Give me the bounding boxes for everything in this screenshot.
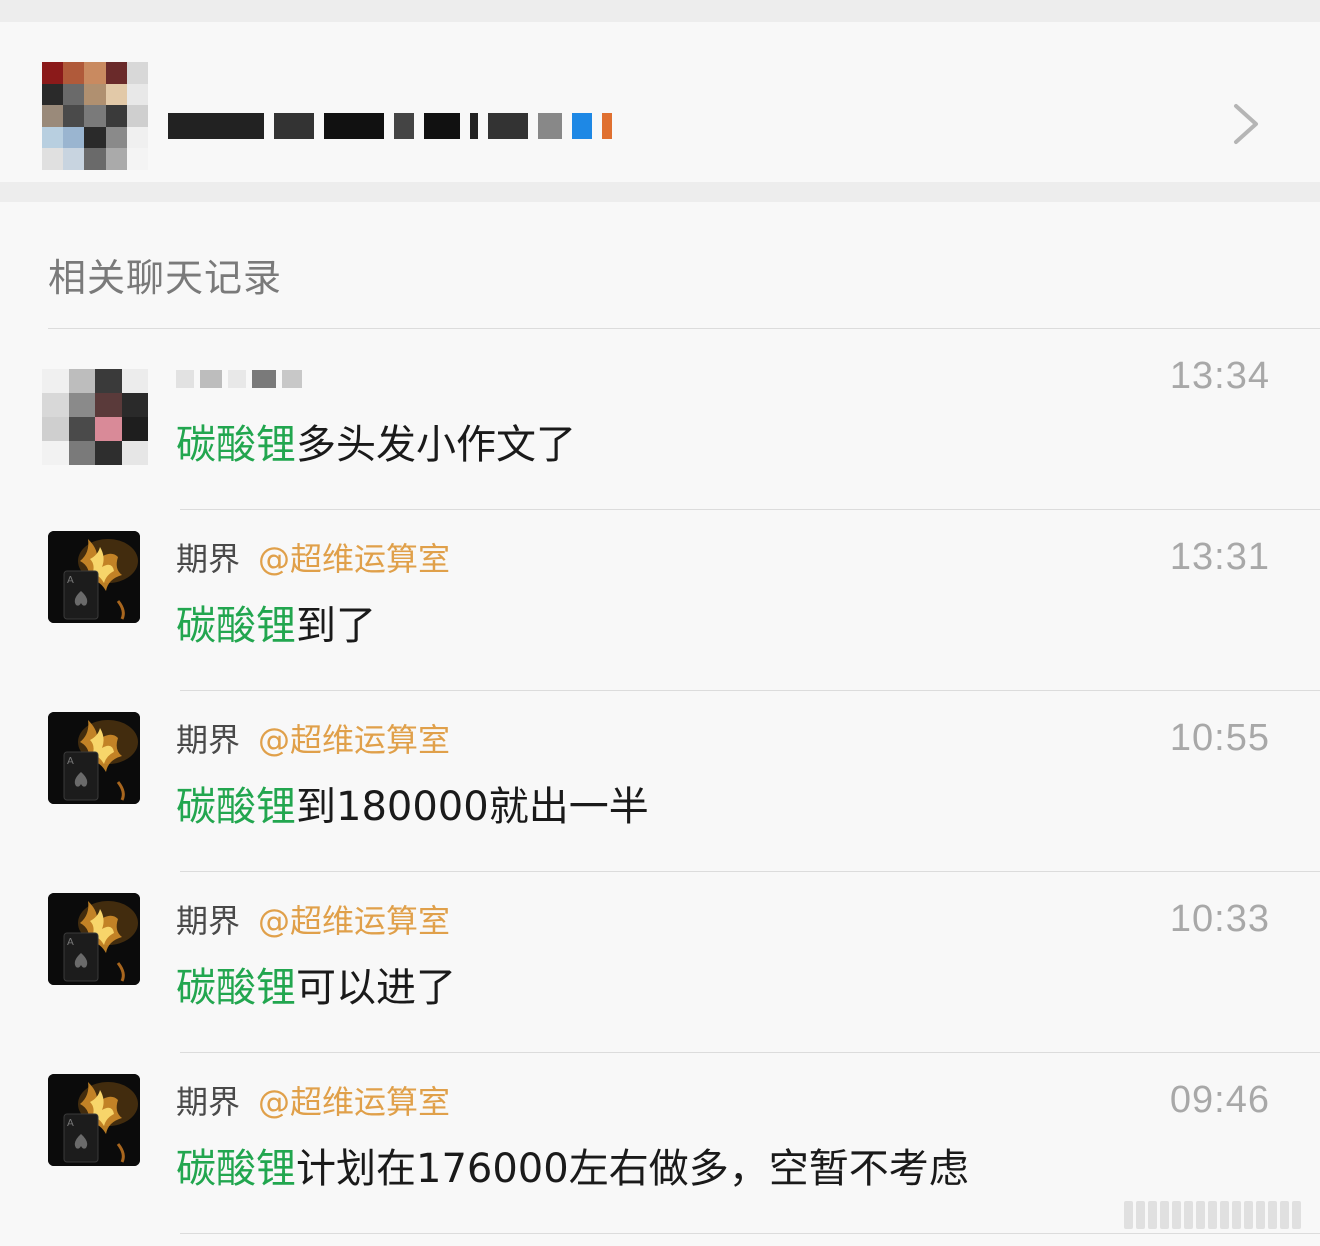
mention: @超维运算室 — [258, 721, 451, 759]
sender-name: 期界 — [176, 721, 241, 759]
message-text: 可以进了 — [296, 965, 456, 1011]
sender-line: 期界 @超维运算室 — [176, 896, 450, 942]
search-keyword: 碳酸锂 — [176, 603, 296, 649]
message-preview: 碳酸锂 计划在176000左右做多，空暂不考虑 — [176, 1137, 969, 1193]
message-text: 到了 — [296, 603, 376, 649]
message-preview: 碳酸锂 可以进了 — [176, 956, 456, 1012]
chevron-right-icon[interactable] — [1228, 102, 1264, 146]
message-text: 计划在176000左右做多，空暂不考虑 — [296, 1146, 969, 1192]
sender-name-redacted — [176, 370, 302, 388]
related-chat-records: 相关聊天记录 碳酸锂 多头发小作文了 13:34 A 期界 @超维运算室 碳酸锂… — [0, 202, 1320, 1246]
message-time: 10:33 — [1169, 898, 1270, 940]
ace-of-spades-avatar: A — [48, 1074, 140, 1166]
sender-line: 期界 @超维运算室 — [176, 1077, 450, 1123]
message-text: 多头发小作文了 — [296, 422, 576, 468]
group-avatar — [42, 62, 148, 170]
message-preview: 碳酸锂 到了 — [176, 594, 376, 650]
sender-name: 期界 — [176, 1083, 241, 1121]
sender-line — [176, 353, 320, 399]
mention: @超维运算室 — [258, 540, 451, 578]
message-time: 13:31 — [1169, 536, 1270, 578]
mention: @超维运算室 — [258, 1083, 451, 1121]
search-keyword: 碳酸锂 — [176, 1146, 296, 1192]
svg-text:A: A — [67, 575, 74, 586]
divider — [180, 1233, 1320, 1234]
message-time: 09:46 — [1169, 1079, 1270, 1121]
chat-record[interactable]: A 期界 @超维运算室 碳酸锂 到了 13:31 — [0, 510, 1320, 691]
sender-line: 期界 @超维运算室 — [176, 534, 450, 580]
chat-record[interactable]: 碳酸锂 多头发小作文了 13:34 — [0, 329, 1320, 510]
group-name-redacted — [168, 102, 638, 150]
message-preview: 碳酸锂 多头发小作文了 — [176, 413, 576, 469]
search-keyword: 碳酸锂 — [176, 965, 296, 1011]
chat-record[interactable]: A 期界 @超维运算室 碳酸锂 到180000就出一半 10:55 — [0, 691, 1320, 872]
ace-of-spades-avatar: A — [48, 712, 140, 804]
sender-name: 期界 — [176, 902, 241, 940]
watermark-icon — [1124, 1198, 1308, 1232]
svg-text:A: A — [67, 1118, 74, 1129]
pixelated-avatar — [42, 369, 148, 465]
message-text: 到180000就出一半 — [296, 784, 649, 830]
chat-record[interactable]: A 期界 @超维运算室 碳酸锂 可以进了 10:33 — [0, 872, 1320, 1053]
ace-of-spades-avatar: A — [48, 893, 140, 985]
group-card[interactable] — [0, 22, 1320, 182]
message-preview: 碳酸锂 到180000就出一半 — [176, 775, 649, 831]
section-title: 相关聊天记录 — [48, 256, 283, 300]
mention: @超维运算室 — [258, 902, 451, 940]
ace-of-spades-avatar: A — [48, 531, 140, 623]
search-keyword: 碳酸锂 — [176, 784, 296, 830]
search-keyword: 碳酸锂 — [176, 422, 296, 468]
svg-text:A: A — [67, 937, 74, 948]
chat-record[interactable]: A 期界 @超维运算室 碳酸锂 计划在176000左右做多，空暂不考虑 09:4… — [0, 1053, 1320, 1234]
sender-line: 期界 @超维运算室 — [176, 715, 450, 761]
message-time: 10:55 — [1169, 717, 1270, 759]
sender-name: 期界 — [176, 540, 241, 578]
message-time: 13:34 — [1169, 355, 1270, 397]
svg-text:A: A — [67, 756, 74, 767]
